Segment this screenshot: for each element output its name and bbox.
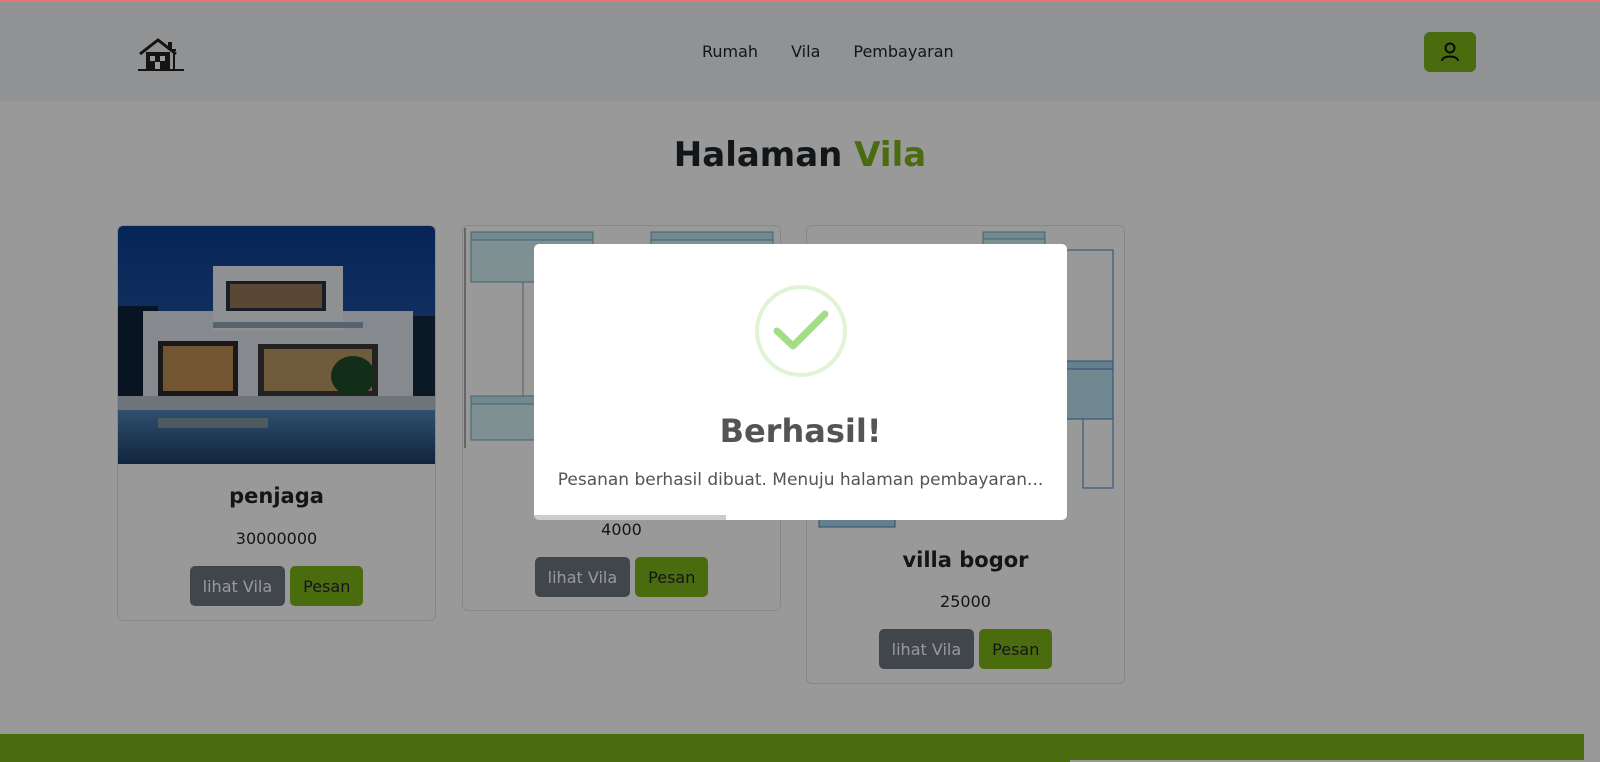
success-dialog: Berhasil! Pesanan berhasil dibuat. Menuj… — [534, 244, 1067, 520]
timer-progress-bar — [534, 515, 726, 520]
top-accent-line — [0, 0, 1600, 2]
check-circle-icon — [755, 285, 847, 377]
dialog-title: Berhasil! — [719, 412, 882, 450]
dialog-message: Pesanan berhasil dibuat. Menuju halaman … — [557, 470, 1044, 490]
